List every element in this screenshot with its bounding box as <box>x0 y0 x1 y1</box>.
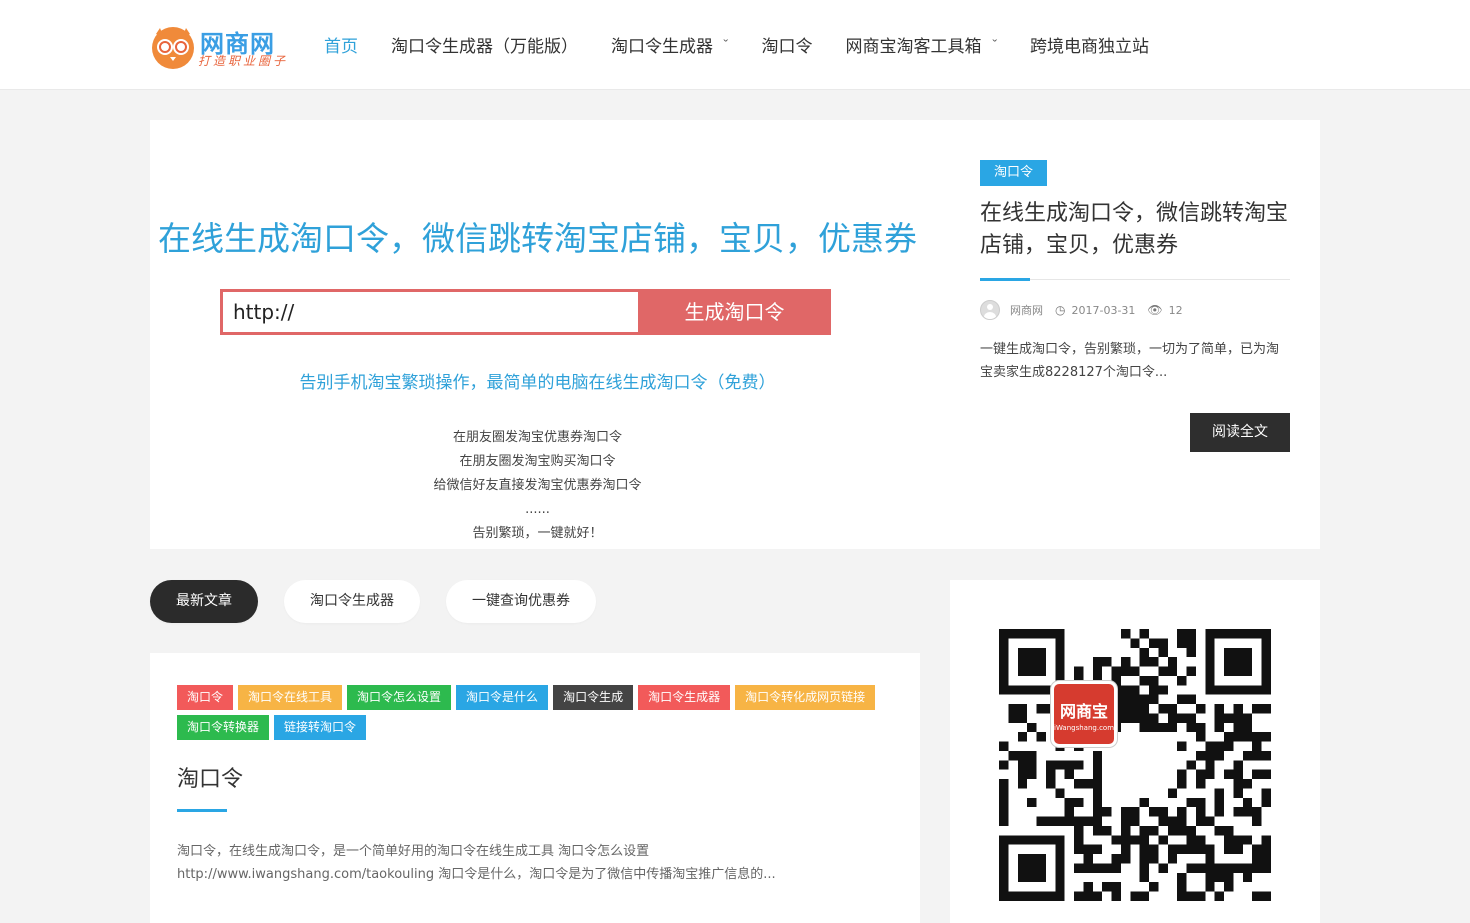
hero-line: ...... <box>525 502 550 517</box>
eye-icon: 👁 <box>1147 303 1163 317</box>
main-nav: 首页 淘口令生成器（万能版） 淘口令生成器 ˇ 淘口令 网商宝淘客工具箱 ˇ 跨境电商独立站 <box>324 0 1182 88</box>
read-more-button[interactable]: 阅读全文 <box>1190 413 1290 452</box>
article-tags: 淘口令 淘口令在线工具 淘口令怎么设置 淘口令是什么 淘口令生成 淘口令生成器 淘口令转化成… <box>177 685 897 745</box>
avatar <box>980 300 1000 320</box>
article-excerpt: 淘口令，在线生成淘口令，是一个简单好用的淘口令在线生成工具 淘口令怎么设置 ht… <box>177 844 776 882</box>
tag-link[interactable]: 淘口令怎么设置 <box>347 685 452 710</box>
article-title[interactable]: 淘口令 <box>177 761 243 793</box>
clock-icon: ◷ <box>1055 303 1066 317</box>
nav-item-4[interactable]: 网商宝淘客工具箱 ˇ <box>845 32 999 57</box>
nav-item-3[interactable]: 淘口令 <box>762 32 813 57</box>
nav-item-label: 淘口令 <box>761 36 813 57</box>
owl-icon <box>152 27 194 69</box>
featured-post: 淘口令 在线生成淘口令，微信跳转淘宝店铺，宝贝，优惠券 网商网 ◷ 2017-0… <box>980 160 1290 530</box>
nav-item-label: 网商宝淘客工具箱 <box>845 36 982 57</box>
hero-line: 给微信好友直接发淘宝优惠券淘口令 <box>433 478 642 493</box>
qr-code <box>999 629 1271 901</box>
tag-link[interactable]: 淘口令生成 <box>553 685 634 710</box>
generator-form: 生成淘口令 <box>220 289 831 335</box>
featured-meta: 网商网 ◷ 2017-03-31 👁 12 <box>980 300 1183 320</box>
logo-slogan: 打造职业圈子 <box>198 54 289 68</box>
hero-line: 告别繁琐，一键就好！ <box>472 526 603 541</box>
tag-link[interactable]: 淘口令生成器 <box>638 685 731 710</box>
hero-subtitle: 告别手机淘宝繁琐操作，最简单的电脑在线生成淘口令（免费） <box>299 373 776 393</box>
qr-code-card: 网商宝 iWangshang.com <box>950 580 1320 923</box>
hero-line: 在朋友圈发淘宝优惠券淘口令 <box>452 430 622 445</box>
featured-excerpt: 一键生成淘口令，告别繁琐，一切为了简单，已为淘宝卖家生成8228127个淘口令.… <box>980 342 1280 380</box>
content-tabs: 最新文章 淘口令生成器 一键查询优惠券 <box>150 580 622 623</box>
nav-item-label: 跨境电商独立站 <box>1030 36 1149 57</box>
qr-badge-name: 网商宝 <box>1059 702 1108 721</box>
qr-logo-badge: 网商宝 iWangshang.com <box>1051 681 1117 747</box>
title-divider <box>177 809 227 812</box>
generate-button[interactable]: 生成淘口令 <box>638 289 831 335</box>
nav-item-1[interactable]: 淘口令生成器（万能版） <box>391 32 578 57</box>
nav-item-0[interactable]: 首页 <box>324 32 358 57</box>
chevron-down-icon: ˇ <box>990 37 999 51</box>
site-logo[interactable]: 网商网 打造职业圈子 <box>150 22 290 72</box>
nav-item-label: 首页 <box>324 36 358 57</box>
article-card: 淘口令 淘口令在线工具 淘口令怎么设置 淘口令是什么 淘口令生成 淘口令生成器 淘口令转化成… <box>150 653 920 923</box>
url-input[interactable] <box>220 289 641 335</box>
hero-feature-lines: 在朋友圈发淘宝优惠券淘口令 在朋友圈发淘宝购买淘口令给微信好友直接发淘宝优惠券淘口… <box>150 426 925 546</box>
nav-item-label: 淘口令生成器 <box>611 36 713 57</box>
hero-title: 在线生成淘口令，微信跳转淘宝店铺，宝贝，优惠券 <box>158 219 917 258</box>
nav-item-5[interactable]: 跨境电商独立站 <box>1030 32 1149 57</box>
qr-badge-url: iWangshang.com <box>1054 724 1115 732</box>
featured-tag[interactable]: 淘口令 <box>980 160 1048 186</box>
nav-item-2[interactable]: 淘口令生成器 ˇ <box>611 32 730 57</box>
tag-link[interactable]: 淘口令转化成网页链接 <box>735 685 876 710</box>
tag-link[interactable]: 淘口令在线工具 <box>238 685 343 710</box>
featured-title[interactable]: 在线生成淘口令，微信跳转淘宝店铺，宝贝，优惠券 <box>980 198 1290 262</box>
tab-2[interactable]: 一键查询优惠券 <box>446 580 596 623</box>
title-divider <box>980 278 1290 281</box>
tag-link[interactable]: 淘口令是什么 <box>456 685 549 710</box>
post-date: 2017-03-31 <box>1071 303 1136 317</box>
hero-line: 在朋友圈发淘宝购买淘口令 <box>459 454 616 469</box>
tag-link[interactable]: 淘口令 <box>177 685 234 710</box>
chevron-down-icon: ˇ <box>721 37 730 51</box>
tab-0[interactable]: 最新文章 <box>150 580 258 623</box>
view-count: 12 <box>1168 303 1183 317</box>
tab-1[interactable]: 淘口令生成器 <box>284 580 420 623</box>
tag-link[interactable]: 链接转淘口令 <box>274 715 367 740</box>
tag-link[interactable]: 淘口令转换器 <box>177 715 270 740</box>
author-name[interactable]: 网商网 <box>1010 302 1043 318</box>
site-header: 网商网 打造职业圈子 首页 淘口令生成器（万能版） 淘口令生成器 ˇ 淘口令 网商宝淘客工… <box>0 0 1470 90</box>
nav-item-label: 淘口令生成器（万能版） <box>391 36 578 57</box>
hero-section: 在线生成淘口令，微信跳转淘宝店铺，宝贝，优惠券 生成淘口令 告别手机淘宝繁琐操作… <box>150 120 1320 549</box>
